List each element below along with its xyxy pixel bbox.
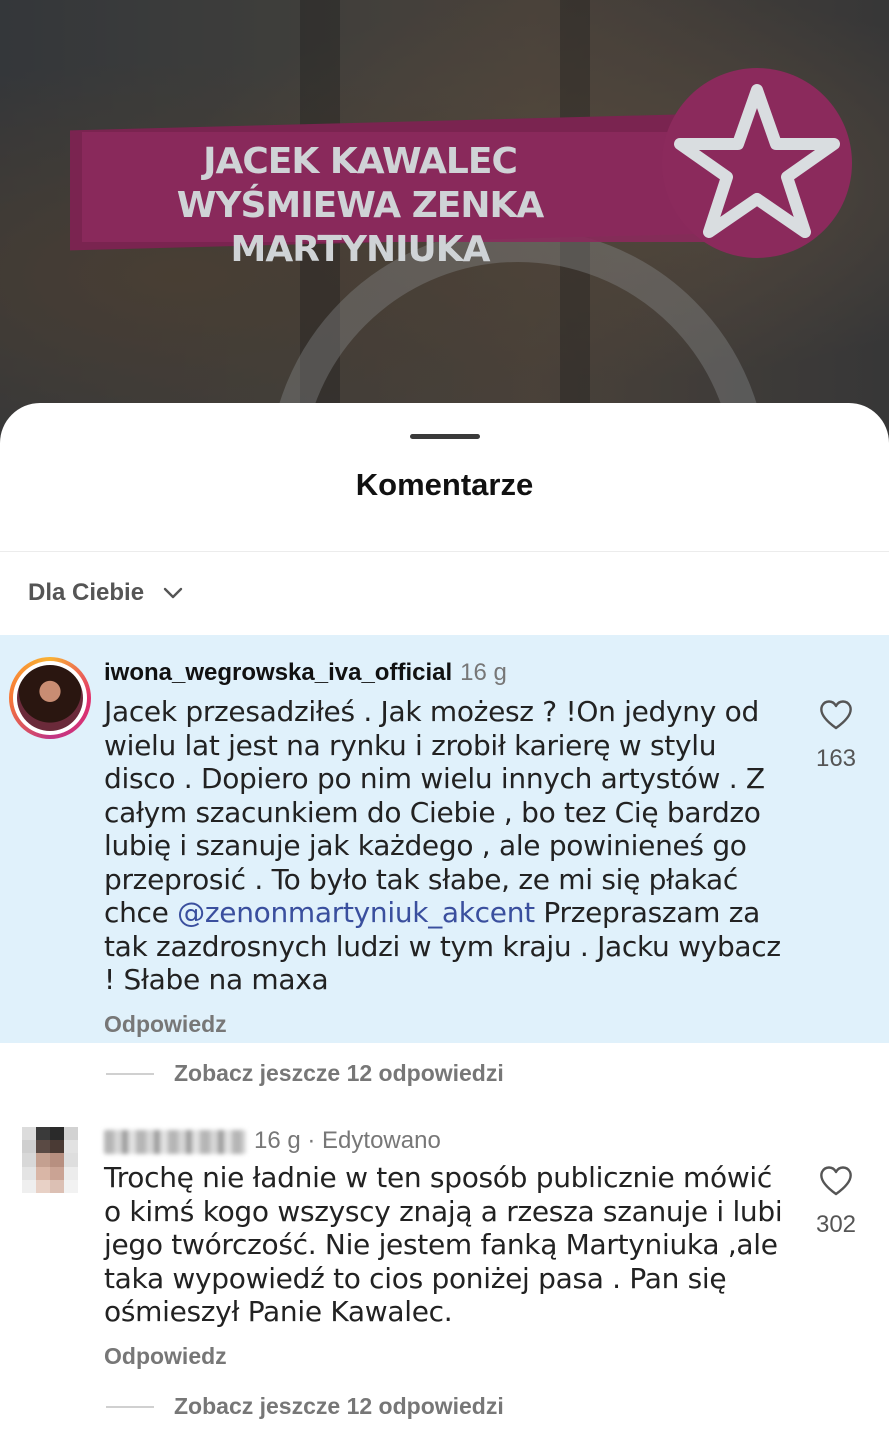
- username-blurred[interactable]: [104, 1129, 246, 1154]
- view-more-replies[interactable]: Zobacz jeszcze 12 odpowiedzi: [106, 1060, 504, 1087]
- comments-sheet: Komentarze Dla Ciebie iwona_wegrowska_iv…: [0, 403, 889, 1439]
- divider-line: [106, 1405, 154, 1408]
- like-count: 163: [815, 745, 857, 772]
- comment-text: Trochę nie ładnie w ten sposób publiczni…: [104, 1161, 783, 1328]
- comment-item: 16 g · Edytowano Trochę nie ładnie w ten…: [0, 1113, 889, 1383]
- sort-label: Dla Ciebie: [28, 579, 145, 606]
- like-count: 302: [815, 1211, 857, 1238]
- reply-button[interactable]: Odpowiedz: [104, 1343, 227, 1370]
- star-logo: [662, 68, 852, 258]
- heart-outline-icon[interactable]: [818, 1165, 854, 1197]
- timestamp: 16 g · Edytowano: [254, 1127, 441, 1154]
- star-icon: [674, 84, 840, 238]
- view-more-replies-label: Zobacz jeszcze 12 odpowiedzi: [174, 1393, 504, 1419]
- like-control[interactable]: 163: [808, 699, 864, 773]
- avatar[interactable]: [22, 1127, 78, 1193]
- sort-dropdown[interactable]: Dla Ciebie: [28, 579, 184, 607]
- username[interactable]: iwona_wegrowska_iva_official: [104, 659, 452, 686]
- timestamp: 16 g: [460, 659, 507, 686]
- sheet-title: Komentarze: [355, 467, 534, 502]
- comment-header: iwona_wegrowska_iva_official 16 g: [104, 659, 507, 687]
- avatar-with-story-ring[interactable]: [9, 657, 91, 739]
- mention-link[interactable]: @zenonmartyniuk_akcent: [177, 896, 535, 929]
- like-control[interactable]: 302: [808, 1165, 864, 1239]
- comment-item: iwona_wegrowska_iva_official 16 g Jacek p…: [0, 635, 889, 1043]
- view-more-replies[interactable]: Zobacz jeszcze 12 odpowiedzi: [106, 1393, 504, 1420]
- chevron-down-icon: [163, 587, 183, 599]
- video-background[interactable]: JACEK KAWALEC WYŚMIEWA ZENKA MARTYNIUKA: [0, 0, 889, 460]
- view-more-replies-label: Zobacz jeszcze 12 odpowiedzi: [174, 1060, 504, 1086]
- comment-text: Jacek przesadziłeś . Jak możesz ? !On je…: [104, 695, 781, 996]
- comment-header: 16 g · Edytowano: [104, 1127, 441, 1155]
- divider: [0, 551, 889, 552]
- divider-line: [106, 1072, 154, 1075]
- reply-button[interactable]: Odpowiedz: [104, 1011, 227, 1038]
- video-headline: JACEK KAWALEC WYŚMIEWA ZENKA MARTYNIUKA: [176, 141, 545, 270]
- sheet-grabber[interactable]: [410, 434, 480, 439]
- avatar: [17, 665, 83, 731]
- heart-outline-icon[interactable]: [818, 699, 854, 731]
